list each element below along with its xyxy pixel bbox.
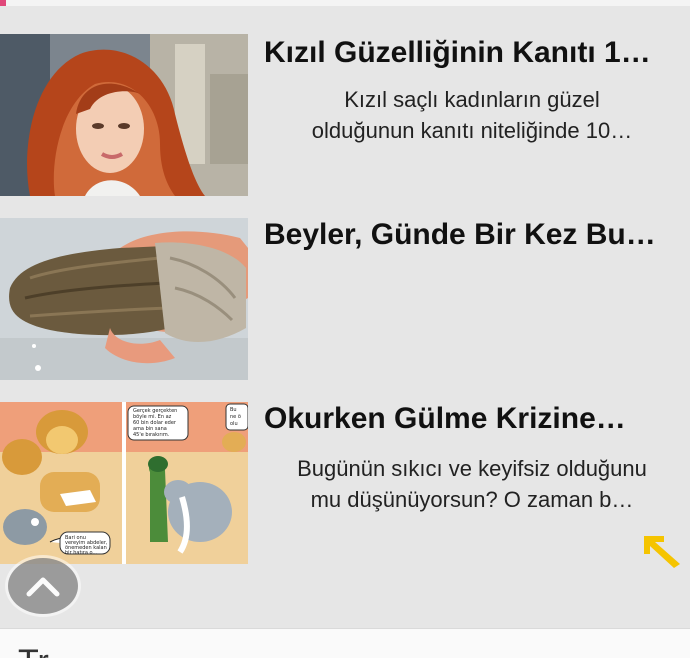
comic-text: olu <box>230 421 238 427</box>
article-title[interactable]: Okurken Gülme Krizine… <box>264 402 684 436</box>
comic-text: ne ö <box>230 414 241 420</box>
comic-text: bir hatıra o... <box>65 550 98 556</box>
next-section-panel: Tr <box>0 628 690 658</box>
content-page: Kızıl Güzelliğinin Kanıtı 1… Kızıl saçlı… <box>0 0 690 658</box>
article-card[interactable]: Kızıl Güzelliğinin Kanıtı 1… Kızıl saçlı… <box>0 34 690 196</box>
arrow-up-left-icon[interactable] <box>640 532 686 570</box>
article-thumbnail[interactable] <box>0 218 248 380</box>
article-card[interactable]: Gerçek gerçekten böyle mi. En az 60 bin … <box>0 402 690 564</box>
article-title[interactable]: Kızıl Güzelliğinin Kanıtı 1… <box>264 36 684 70</box>
comic-text: Bu <box>230 407 237 413</box>
article-excerpt: Bugünün sıkıcı ve keyifsiz olduğunu mu d… <box>262 453 682 515</box>
article-excerpt: Kızıl saçlı kadınların güzel olduğunun k… <box>262 84 682 146</box>
comic-image: Gerçek gerçekten böyle mi. En az 60 bin … <box>0 402 248 564</box>
top-strip <box>0 0 690 6</box>
comic-text: 45'e bırakırım. <box>133 432 170 438</box>
article-title[interactable]: Beyler, Günde Bir Kez Bu… <box>264 218 684 252</box>
article-card[interactable]: Beyler, Günde Bir Kez Bu… <box>0 218 690 380</box>
section-heading: Tr <box>18 645 49 658</box>
article-thumbnail[interactable]: Gerçek gerçekten böyle mi. En az 60 bin … <box>0 402 248 564</box>
pink-marker <box>0 0 6 6</box>
excerpt-line: Kızıl saçlı kadınların güzel <box>344 87 600 112</box>
portrait-image <box>0 34 248 196</box>
excerpt-line: Bugünün sıkıcı ve keyifsiz olduğunu <box>297 456 647 481</box>
scroll-to-top-button[interactable] <box>8 558 78 614</box>
article-thumbnail[interactable] <box>0 34 248 196</box>
geoduck-image <box>0 218 248 380</box>
excerpt-line: olduğunun kanıtı niteliğinde 10… <box>311 118 633 143</box>
excerpt-line: mu düşünüyorsun? O zaman b… <box>310 487 634 512</box>
chevron-up-icon <box>26 577 60 597</box>
